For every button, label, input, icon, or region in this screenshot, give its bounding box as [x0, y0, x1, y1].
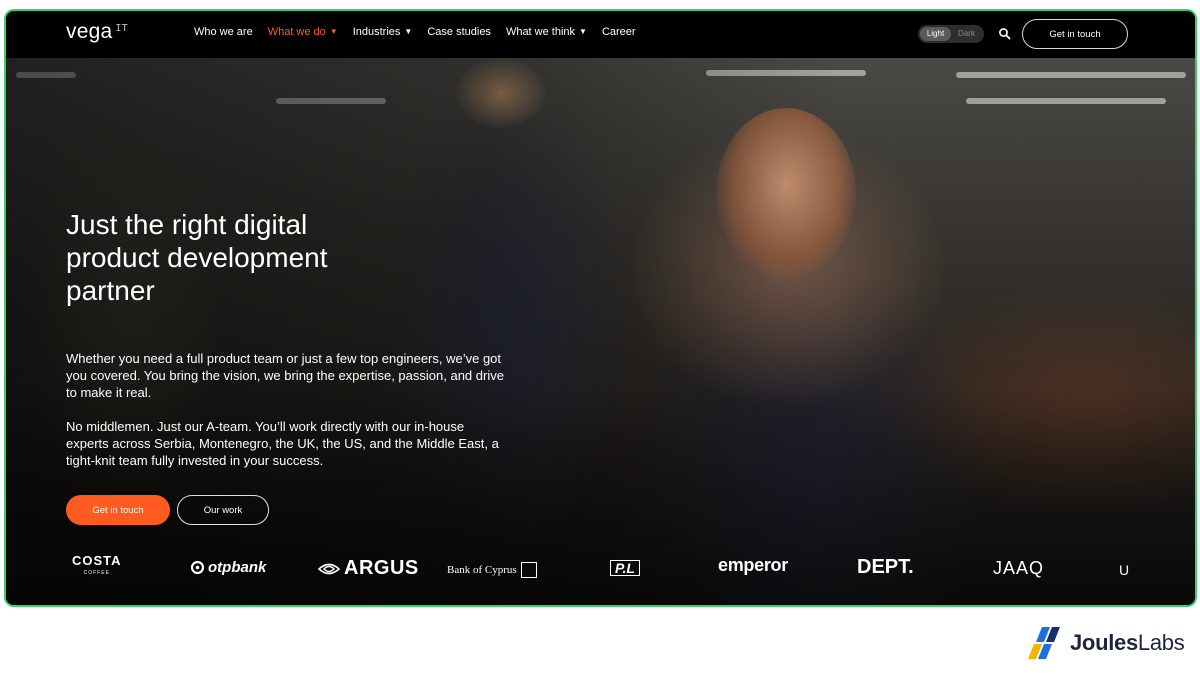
client-logo-bank-of-cyprus: Bank of Cyprus	[447, 562, 537, 578]
cyprus-emblem-icon	[520, 562, 537, 578]
top-navbar: vega IT Who we are What we do ▼ Industries…	[6, 11, 1195, 58]
logo-text: vega	[66, 20, 113, 43]
jouleslabs-wordmark: JoulesLabs	[1070, 630, 1185, 655]
eye-icon	[318, 563, 340, 574]
nav-menu: Who we are What we do ▼ Industries ▼ Case …	[194, 26, 651, 38]
jouleslabs-logo-icon	[1028, 627, 1060, 659]
hero-title: Just the right digital product developme…	[66, 209, 328, 306]
hero-paragraph-1: Whether you need a full product team or …	[66, 351, 504, 400]
client-logo-argus: ARGUS	[318, 557, 419, 580]
chevron-down-icon: ▼	[579, 27, 587, 36]
hero-paragraph-2: No middlemen. Just our A-team. You’ll wo…	[66, 419, 499, 468]
vega-it-logo[interactable]: vega IT	[66, 20, 128, 44]
browser-frame: vega IT Who we are What we do ▼ Industries…	[4, 9, 1197, 607]
theme-dark-option[interactable]: Dark	[951, 27, 982, 41]
client-logo-partial: U	[1119, 562, 1130, 578]
theme-toggle[interactable]: Light Dark	[918, 25, 984, 43]
jouleslabs-watermark: JoulesLabs	[1028, 627, 1185, 659]
nav-item-who-we-are[interactable]: Who we are	[194, 26, 253, 38]
otp-swirl-icon	[190, 560, 205, 575]
nav-item-career[interactable]: Career	[602, 26, 636, 38]
get-in-touch-nav-button[interactable]: Get in touch	[1022, 19, 1128, 49]
get-in-touch-button[interactable]: Get in touch	[66, 495, 170, 525]
client-logo-otpbank: otpbank	[190, 559, 266, 576]
nav-item-what-we-do[interactable]: What we do ▼	[268, 26, 338, 38]
client-logo-pl: P.L	[610, 560, 640, 576]
client-logo-costa: COSTA COFFEE	[72, 553, 122, 576]
chevron-down-icon: ▼	[329, 27, 338, 36]
our-work-button[interactable]: Our work	[177, 495, 269, 525]
client-logo-jaaq: JAAQ	[993, 558, 1045, 578]
logo-sup: IT	[115, 23, 128, 34]
theme-light-option[interactable]: Light	[920, 27, 951, 41]
search-icon[interactable]	[998, 27, 1012, 41]
nav-item-case-studies[interactable]: Case studies	[427, 26, 491, 38]
client-logo-dept: DEPT.	[857, 556, 914, 578]
chevron-down-icon: ▼	[404, 27, 413, 36]
nav-item-industries[interactable]: Industries ▼	[353, 26, 413, 38]
nav-item-what-we-think[interactable]: What we think ▼	[506, 26, 587, 38]
client-logo-emperor: emperor	[718, 555, 788, 575]
